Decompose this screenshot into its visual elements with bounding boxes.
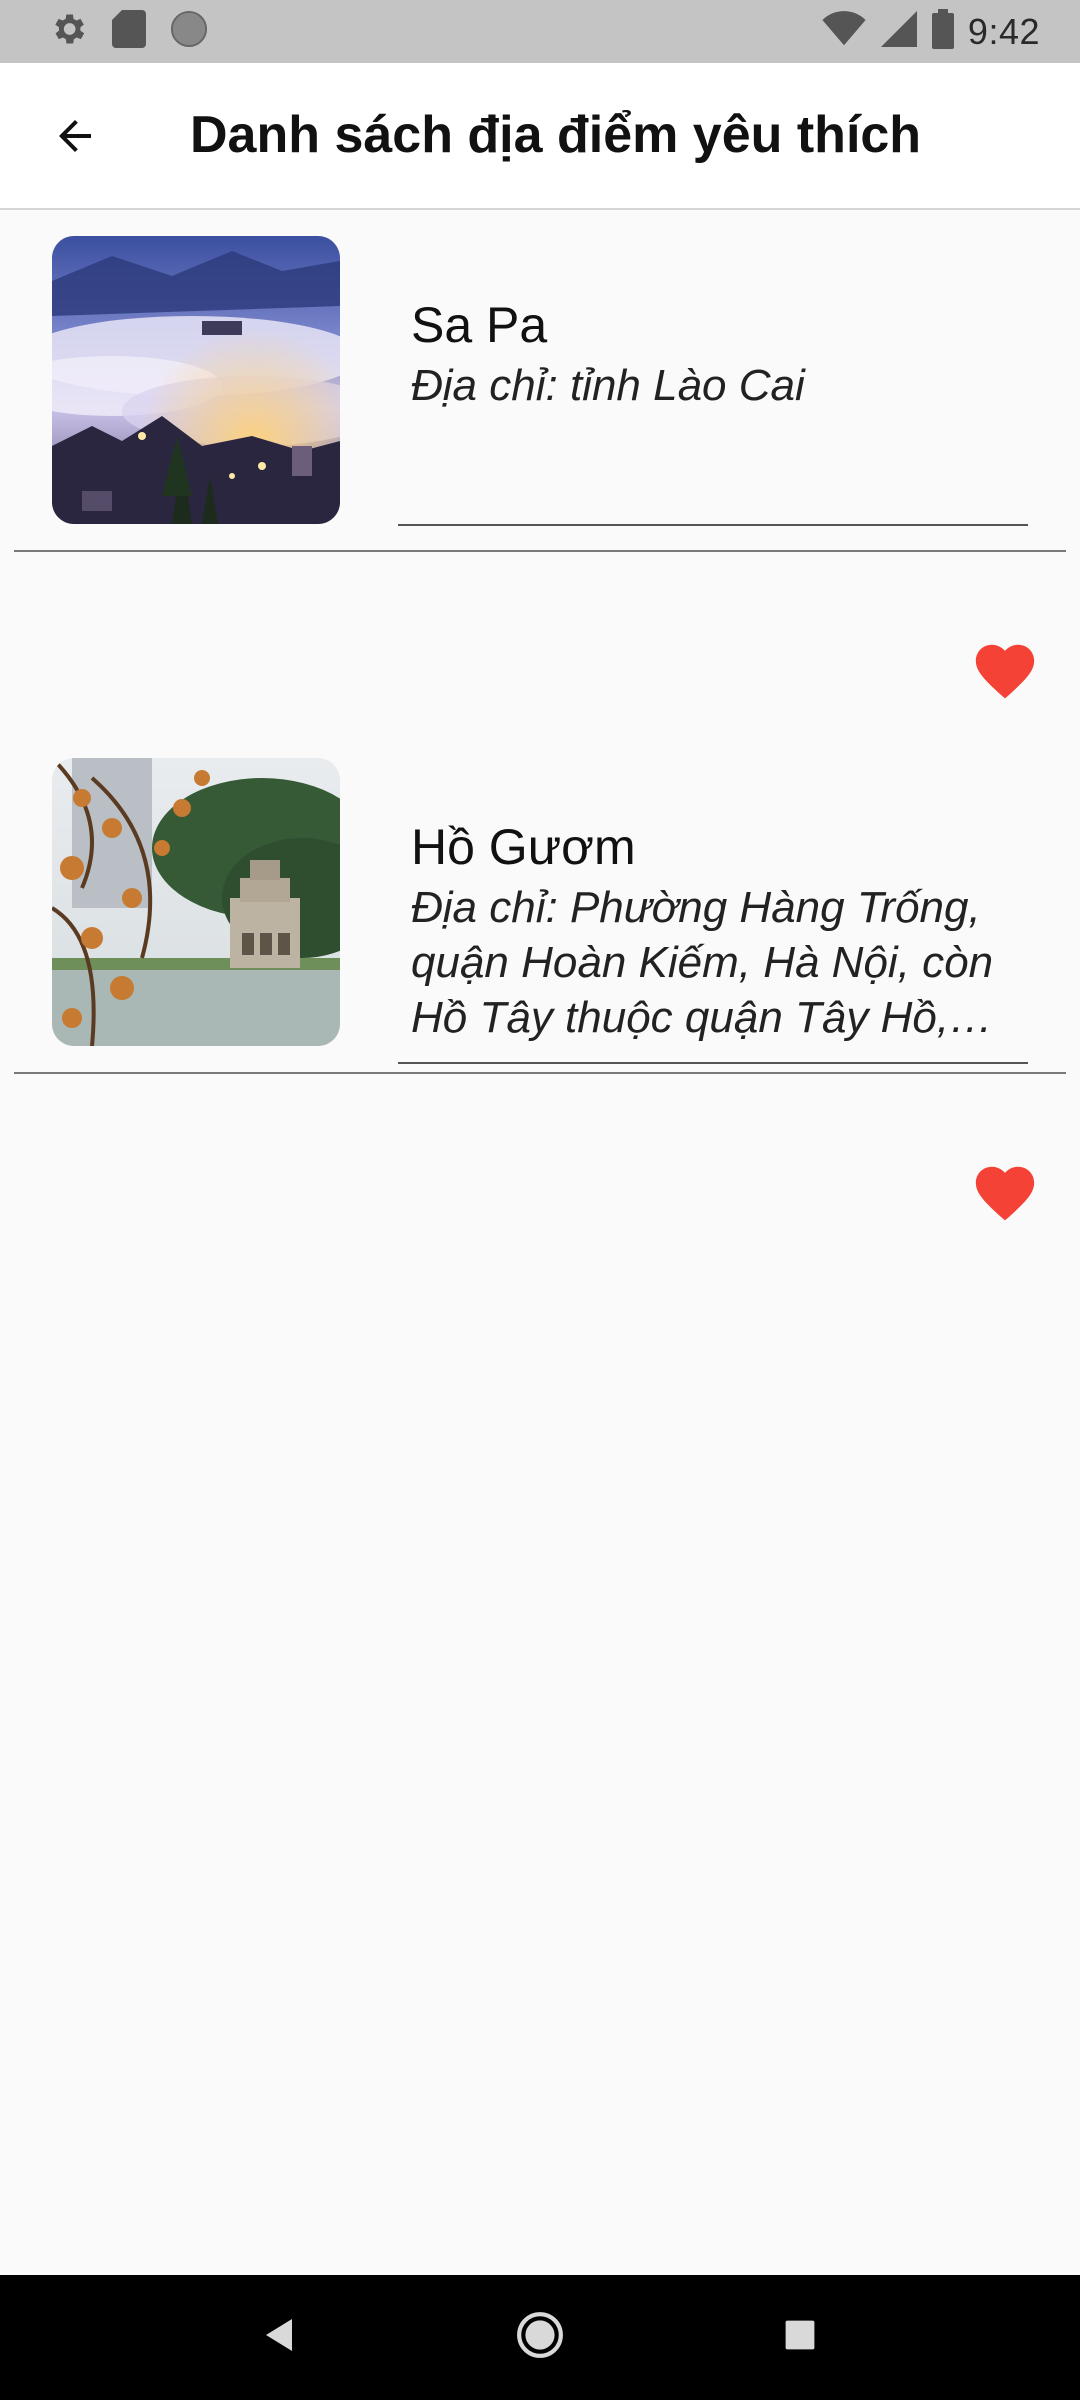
status-bar: 9:42 [0,0,1080,63]
place-card[interactable]: Sa Pa Địa chỉ: tỉnh Lào Cai [14,210,1066,552]
heart-icon [970,1166,1040,1232]
nav-back-button[interactable] [250,2308,310,2368]
recents-nav-icon [782,2317,818,2358]
place-name: Sa Pa [411,297,548,353]
ho-guom-turtle-tower-photo [52,758,340,1046]
place-info: Hồ Gươm Địa chỉ: Phường Hàng Trống, quận… [398,732,1028,1064]
place-image [52,758,340,1046]
list-item[interactable]: Sa Pa Địa chỉ: tỉnh Lào Cai [0,210,1080,732]
favorite-places-list: Sa Pa Địa chỉ: tỉnh Lào Cai Hồ Gươm Địa … [0,210,1080,1254]
place-card[interactable]: Hồ Gươm Địa chỉ: Phường Hàng Trống, quận… [14,732,1066,1074]
heart-icon [970,644,1040,710]
settings-icon [48,9,88,54]
system-nav-bar [0,2275,1080,2400]
favorite-button[interactable] [970,636,1040,706]
signal-icon [880,11,918,52]
circle-icon [170,10,208,53]
back-button[interactable] [40,103,110,173]
sd-card-icon [112,10,146,53]
home-nav-icon [515,2310,565,2365]
place-image [52,236,340,524]
battery-icon [931,9,954,54]
status-left-icons [48,9,208,54]
page-title: Danh sách địa điểm yêu thích [190,106,922,164]
wifi-icon [822,11,866,52]
favorite-button[interactable] [970,1158,1040,1228]
back-nav-icon [260,2315,300,2360]
place-address: Địa chỉ: tỉnh Lào Cai [411,361,805,410]
list-item[interactable]: Hồ Gươm Địa chỉ: Phường Hàng Trống, quận… [0,732,1080,1254]
nav-recents-button[interactable] [770,2308,830,2368]
nav-home-button[interactable] [510,2308,570,2368]
place-info: Sa Pa Địa chỉ: tỉnh Lào Cai [398,210,1028,526]
place-address: Địa chỉ: Phường Hàng Trống, quận Hoàn Ki… [411,883,994,1042]
place-name: Hồ Gươm [411,819,636,875]
status-time: 9:42 [967,10,1040,52]
sapa-misty-town-photo [52,236,340,524]
app-bar: Danh sách địa điểm yêu thích [0,63,1080,210]
status-right-icons: 9:42 [822,9,1040,54]
arrow-left-icon [51,112,99,165]
